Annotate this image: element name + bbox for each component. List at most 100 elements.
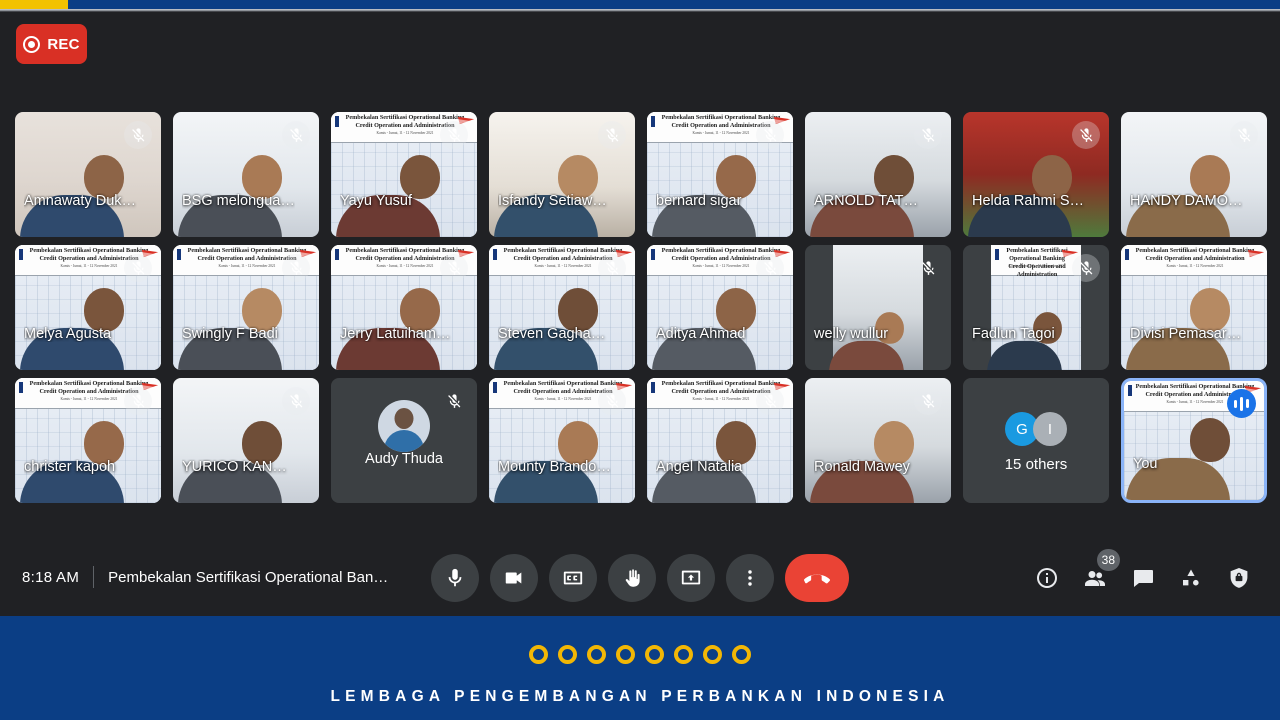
banner-ring [732,645,751,664]
participant-tile[interactable]: BSG melongua… [173,112,319,237]
participant-tile[interactable]: Pembekalan Sertifikasi Operational Banki… [15,378,161,503]
camera-button[interactable] [490,554,538,602]
muted-microphone-indicator [1072,121,1100,149]
participant-video: Pembekalan Sertifikasi Operational Banki… [1121,245,1267,370]
participant-name: Aditya Ahmad [656,326,746,342]
muted-microphone-indicator [756,387,784,415]
browser-yellow-tab-accent [0,0,68,9]
participant-tile[interactable]: Audy Thuda [331,378,477,503]
muted-microphone-indicator [282,254,310,282]
chat-button[interactable] [1126,561,1160,595]
speaking-indicator [1227,389,1256,418]
participant-tile[interactable]: Pembekalan Sertifikasi Operational Banki… [173,245,319,370]
banner-ring [616,645,635,664]
participant-name: Divisi Pemasar… [1130,326,1242,342]
participant-tile[interactable]: Amnawaty Duk… [15,112,161,237]
clock: 8:18 AM [22,568,80,586]
participant-tile[interactable]: Pembekalan Sertifikasi Operational Banki… [1121,378,1267,503]
slide-header: Pembekalan Sertifikasi Operational Banki… [991,245,1081,278]
leave-call-button[interactable] [785,554,849,602]
slide-accent-bar [177,249,181,260]
meet-window: REC Amnawaty Duk… BSG melongua… Pembekalan… [0,0,1280,720]
slide-flag-icon [1247,249,1265,258]
muted-microphone-indicator [598,121,626,149]
others-avatars: GI [963,412,1109,446]
participant-name: You [1133,456,1158,472]
activities-button[interactable] [1174,561,1208,595]
host-controls-button[interactable] [1222,561,1256,595]
participant-tile[interactable]: Pembekalan Sertifikasi Operational Banki… [489,245,635,370]
video-frame: Pembekalan Sertifikasi Operational Banki… [1121,245,1267,370]
microphone-off-icon [763,260,776,275]
banner-rings [0,645,1280,664]
microphone-off-icon [131,127,144,142]
participant-tile[interactable]: Pembekalan Sertifikasi Operational Banki… [15,245,161,370]
slide-accent-bar [493,249,497,260]
others-count-label: 15 others [1004,456,1068,473]
closed-captions-icon [563,571,583,585]
banner-ring [703,645,722,664]
participant-tile[interactable]: HANDY DAMO… [1121,112,1267,237]
participant-tile[interactable]: ARNOLD TATE… [805,112,951,237]
participant-tile[interactable]: welly wullur [805,245,951,370]
participant-tile[interactable]: Pembekalan Sertifikasi Operational Banki… [331,112,477,237]
microphone-off-icon [921,393,934,408]
present-screen-button[interactable] [667,554,715,602]
participant-tile[interactable]: Helda Rahmi Si… [963,112,1109,237]
slide-accent-bar [651,249,655,260]
slide-accent-bar [651,382,655,393]
participant-tile[interactable]: Pembekalan Sertifikasi Operational Banki… [647,245,793,370]
participant-tile[interactable]: Pembekalan Sertifikasi Operational Banki… [963,245,1109,370]
participant-tile[interactable]: Ronald Mawey [805,378,951,503]
activities-icon [1183,569,1199,586]
participant-tile[interactable]: G I 15 others [963,378,1109,503]
slide-accent-bar [335,116,339,127]
muted-microphone-indicator [440,254,468,282]
meeting-details-button[interactable] [1030,561,1064,595]
raise-hand-button[interactable] [608,554,656,602]
banner-ring [558,645,577,664]
microphone-off-icon [605,393,618,408]
muted-microphone-indicator [598,387,626,415]
participant-tile[interactable]: Pembekalan Sertifikasi Operational Banki… [489,378,635,503]
muted-microphone-indicator [914,121,942,149]
microphone-off-icon [131,260,144,275]
recording-badge[interactable]: REC [16,24,87,64]
participant-tile[interactable]: YURICO KAND… [173,378,319,503]
participant-name: Yayu Yusuf [340,193,413,209]
slide-date: Kamis - Jumat, 11 - 12 November 2021 [1166,264,1224,268]
microphone-off-icon [131,393,144,408]
slide-title: Pembekalan Sertifikasi Operational Banki… [1135,247,1255,262]
participant-tile[interactable]: Pembekalan Sertifikasi Operational Banki… [647,378,793,503]
captions-button[interactable] [549,554,597,602]
participant-tile[interactable]: Pembekalan Sertifikasi Operational Banki… [1121,245,1267,370]
meeting-title: Pembekalan Sertifikasi Operational Ban… [108,568,389,586]
host-controls-icon [1230,568,1248,588]
avatar-body [384,430,424,452]
participant-name: welly wullur [814,326,889,342]
banner-text: LEMBAGA PENGEMBANGAN PERBANKAN INDONESIA [330,688,950,705]
chat-icon [1134,570,1153,587]
microphone-off-icon [1079,260,1092,275]
more-options-button[interactable] [726,554,774,602]
participant-name: Helda Rahmi Si… [972,193,1085,209]
microphone-button[interactable] [431,554,479,602]
avatar [378,400,430,452]
muted-microphone-indicator [124,387,152,415]
meeting-bottom-bar: 8:18 AM Pembekalan Sertifikasi Operation… [0,540,1280,616]
present-screen-icon [681,570,701,585]
microphone-off-icon [605,127,618,142]
microphone-off-icon [289,260,302,275]
participant-tile[interactable]: Pembekalan Sertifikasi Operational Banki… [331,245,477,370]
participant-tile[interactable]: Pembekalan Sertifikasi Operational Banki… [647,112,793,237]
participant-tile[interactable]: Isfandy Setiaw… [489,112,635,237]
raise-hand-icon [625,569,640,587]
participant-name: ARNOLD TATE… [814,193,927,209]
show-everyone-button[interactable]: 38 [1078,549,1120,595]
slide-accent-bar [19,382,23,393]
microphone-off-icon [763,393,776,408]
meeting-meta: 8:18 AM Pembekalan Sertifikasi Operation… [22,566,388,588]
meta-divider [93,566,95,588]
recording-label: REC [47,35,80,53]
hangup-icon [804,574,830,584]
